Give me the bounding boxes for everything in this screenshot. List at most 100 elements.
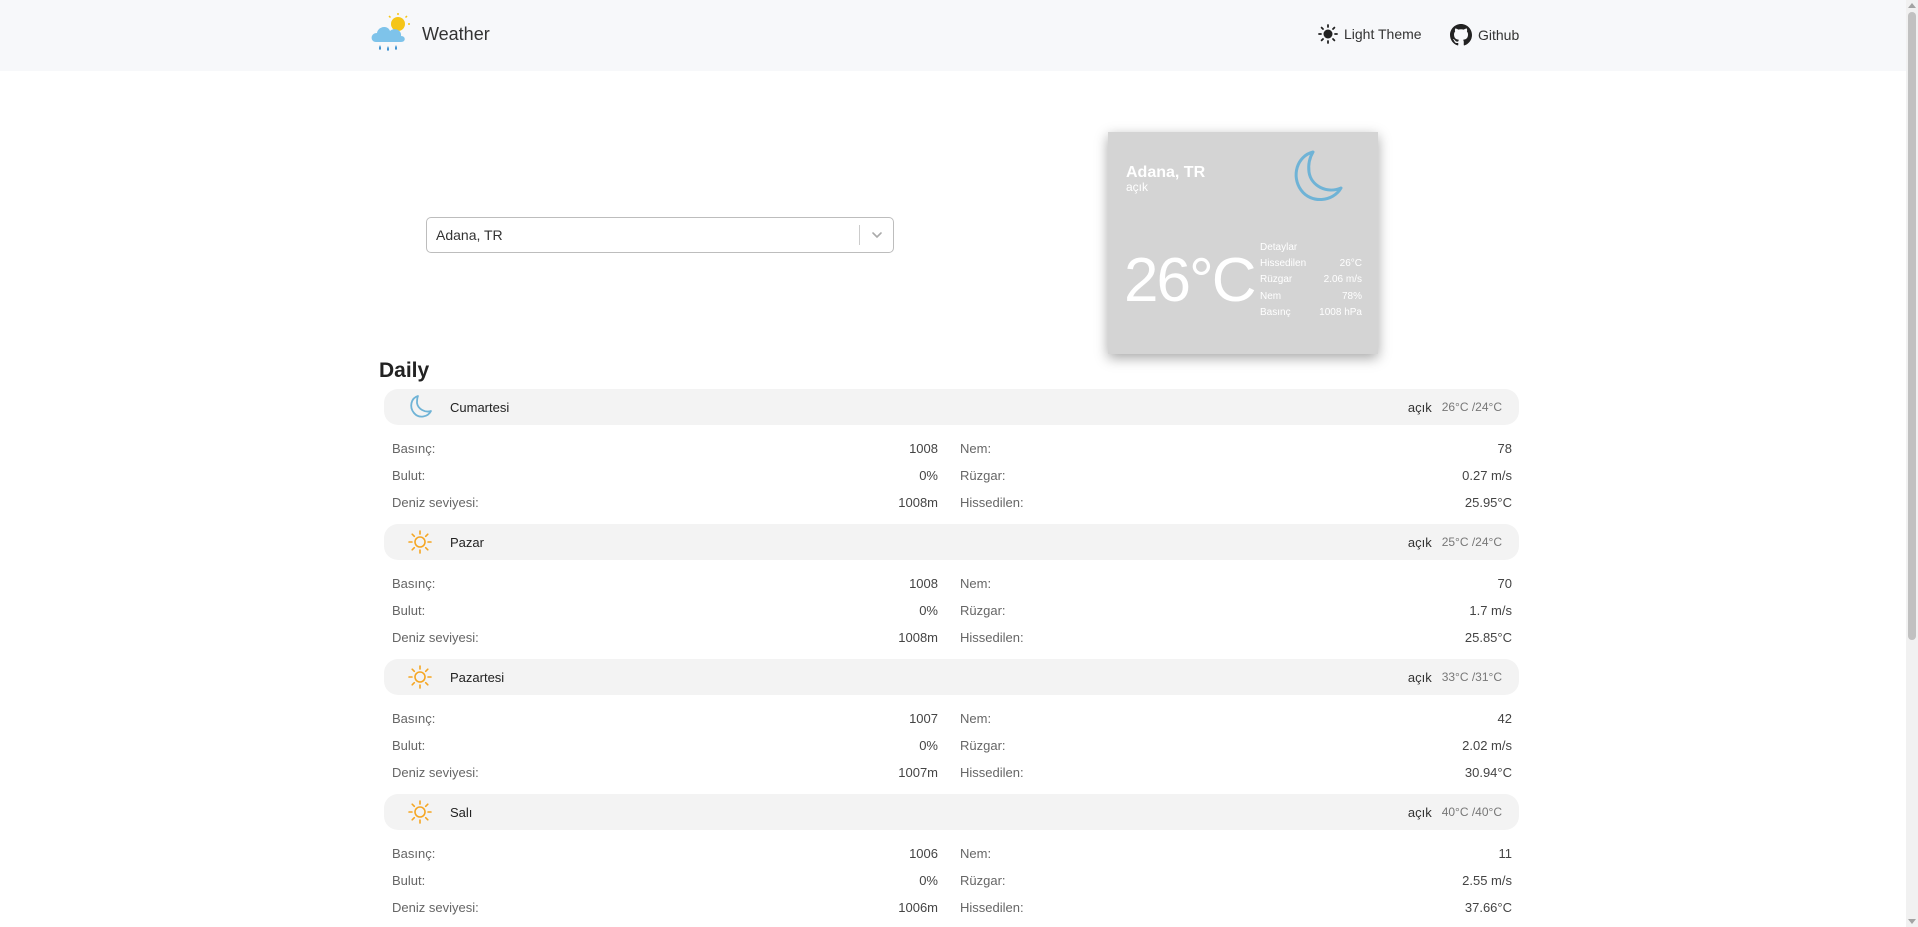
details-title-row: Detaylar	[1260, 239, 1362, 255]
day-temperatures: 40°C /40°C	[1441, 805, 1502, 819]
detail-label: Basınç:	[392, 711, 436, 726]
detail-value: 1008m	[898, 495, 938, 510]
day-detail-row: Bulut: 0% Rüzgar: 0.27 m/s	[392, 462, 1512, 489]
detail-label: Nem:	[960, 576, 992, 591]
detail-value: 0%	[919, 873, 938, 888]
day-detail-row: Basınç: 1006 Nem: 11	[392, 840, 1512, 867]
day-detail-row: Bulut: 0% Rüzgar: 2.55 m/s	[392, 867, 1512, 894]
detail-value: 1008	[909, 441, 938, 456]
detail-label: Bulut:	[392, 873, 426, 888]
day-name: Salı	[450, 804, 473, 820]
detail-label: Nem:	[960, 846, 992, 861]
detail-value: 37.66°C	[1464, 900, 1512, 915]
sun-icon	[408, 665, 432, 689]
detail-label: Rüzgar:	[960, 603, 1006, 618]
details-label: Rüzgar	[1260, 274, 1293, 286]
day-temperatures: 33°C /31°C	[1441, 670, 1502, 684]
detail-value: 42	[1497, 711, 1512, 726]
day-detail-row: Bulut: 0% Rüzgar: 2.02 m/s	[392, 732, 1512, 759]
detail-label: Deniz seviyesi:	[392, 900, 479, 915]
detail-label: Rüzgar:	[960, 873, 1006, 888]
page-scrollbar[interactable]	[1906, 0, 1918, 927]
details-value: 26°C	[1339, 258, 1362, 270]
current-details: Detaylar Hissedilen 26°C Rüzgar 2.06 m/s…	[1260, 239, 1362, 321]
scroll-up-arrow[interactable]	[1908, 3, 1916, 8]
detail-label: Nem:	[960, 711, 992, 726]
details-value: 2.06 m/s	[1323, 274, 1362, 286]
day-detail-row: Deniz seviyesi: 1008m Hissedilen: 25.95°C	[392, 489, 1512, 516]
day-temperatures: 25°C /24°C	[1441, 535, 1502, 549]
day-icon-wrap	[400, 799, 440, 825]
detail-label: Hissedilen:	[960, 495, 1024, 510]
day-detail-row: Deniz seviyesi: 1008m Hissedilen: 25.85°C	[392, 624, 1512, 651]
detail-value: 1008	[909, 576, 938, 591]
scroll-down-arrow[interactable]	[1908, 919, 1916, 924]
day-accordion-header[interactable]: Salı açık 40°C /40°C	[384, 794, 1519, 830]
day-detail-row: Deniz seviyesi: 1007m Hissedilen: 30.94°C	[392, 759, 1512, 786]
details-value: 1008 hPa	[1319, 307, 1362, 319]
detail-value: 1008m	[898, 630, 938, 645]
theme-toggle-button[interactable]: Light Theme	[1318, 24, 1422, 44]
day-detail-row: Deniz seviyesi: 1006m Hissedilen: 37.66°C	[392, 894, 1512, 921]
detail-value: 11	[1498, 846, 1513, 861]
day-name: Cumartesi	[450, 399, 510, 415]
detail-label: Hissedilen:	[960, 765, 1024, 780]
detail-label: Basınç:	[392, 846, 436, 861]
detail-value: 0%	[919, 468, 938, 483]
city-select-value: Adana, TR	[436, 227, 503, 243]
detail-value: 30.94°C	[1464, 765, 1512, 780]
chevron-down-icon	[871, 232, 882, 239]
details-row: Hissedilen 26°C	[1260, 255, 1362, 271]
github-icon	[1450, 24, 1472, 46]
day-description: açık	[1407, 399, 1432, 415]
weather-logo-icon	[371, 13, 410, 51]
moon-icon	[1294, 150, 1343, 201]
day-detail-row: Basınç: 1008 Nem: 70	[392, 570, 1512, 597]
current-description: açık	[1126, 180, 1149, 194]
moon-icon	[410, 395, 432, 418]
day-name: Pazar	[450, 534, 484, 550]
detail-label: Bulut:	[392, 468, 426, 483]
day-detail-row: Basınç: 1007 Nem: 42	[392, 705, 1512, 732]
details-row: Nem 78%	[1260, 288, 1362, 304]
sun-icon	[408, 530, 432, 554]
details-label: Nem	[1260, 290, 1282, 302]
scroll-thumb[interactable]	[1908, 12, 1916, 640]
detail-label: Bulut:	[392, 738, 426, 753]
day-description: açık	[1407, 804, 1432, 820]
day-accordion-header[interactable]: Pazartesi açık 33°C /31°C	[384, 659, 1519, 695]
brand[interactable]: Weather	[368, 12, 490, 56]
day-icon-wrap	[400, 393, 440, 421]
day-icon-wrap	[400, 529, 440, 555]
detail-label: Bulut:	[392, 603, 426, 618]
current-weather-icon-wrap	[1283, 146, 1347, 215]
detail-label: Deniz seviyesi:	[392, 765, 479, 780]
detail-label: Basınç:	[392, 576, 436, 591]
day-icon-wrap	[400, 664, 440, 690]
day-name: Pazartesi	[450, 669, 505, 685]
city-select[interactable]: Adana, TR	[426, 217, 894, 253]
day-detail-row: Basınç: 1008 Nem: 78	[392, 435, 1512, 462]
detail-value: 78	[1497, 441, 1512, 456]
detail-value: 25.95°C	[1464, 495, 1512, 510]
github-link[interactable]: Github	[1450, 24, 1519, 46]
details-label: Hissedilen	[1260, 258, 1307, 270]
details-value: 78%	[1341, 290, 1362, 302]
details-label: Basınç	[1260, 307, 1291, 319]
day-temperatures: 26°C /24°C	[1441, 400, 1502, 414]
detail-value: 0%	[919, 738, 938, 753]
current-weather-card: Adana, TR açık 26°C Detaylar Hissedilen …	[1108, 132, 1378, 354]
details-row: Rüzgar 2.06 m/s	[1260, 272, 1362, 288]
day-description: açık	[1407, 669, 1432, 685]
detail-label: Hissedilen:	[960, 900, 1024, 915]
detail-value: 1006	[909, 846, 938, 861]
detail-label: Basınç:	[392, 441, 436, 456]
day-accordion-header[interactable]: Cumartesi açık 26°C /24°C	[384, 389, 1519, 425]
detail-label: Hissedilen:	[960, 630, 1024, 645]
detail-value: 1.7 m/s	[1469, 603, 1512, 618]
select-dropdown-toggle[interactable]	[860, 228, 893, 242]
detail-value: 70	[1497, 576, 1512, 591]
day-accordion-header[interactable]: Pazar açık 25°C /24°C	[384, 524, 1519, 560]
current-temperature: 26°C	[1124, 246, 1257, 315]
detail-value: 2.55 m/s	[1462, 873, 1512, 888]
